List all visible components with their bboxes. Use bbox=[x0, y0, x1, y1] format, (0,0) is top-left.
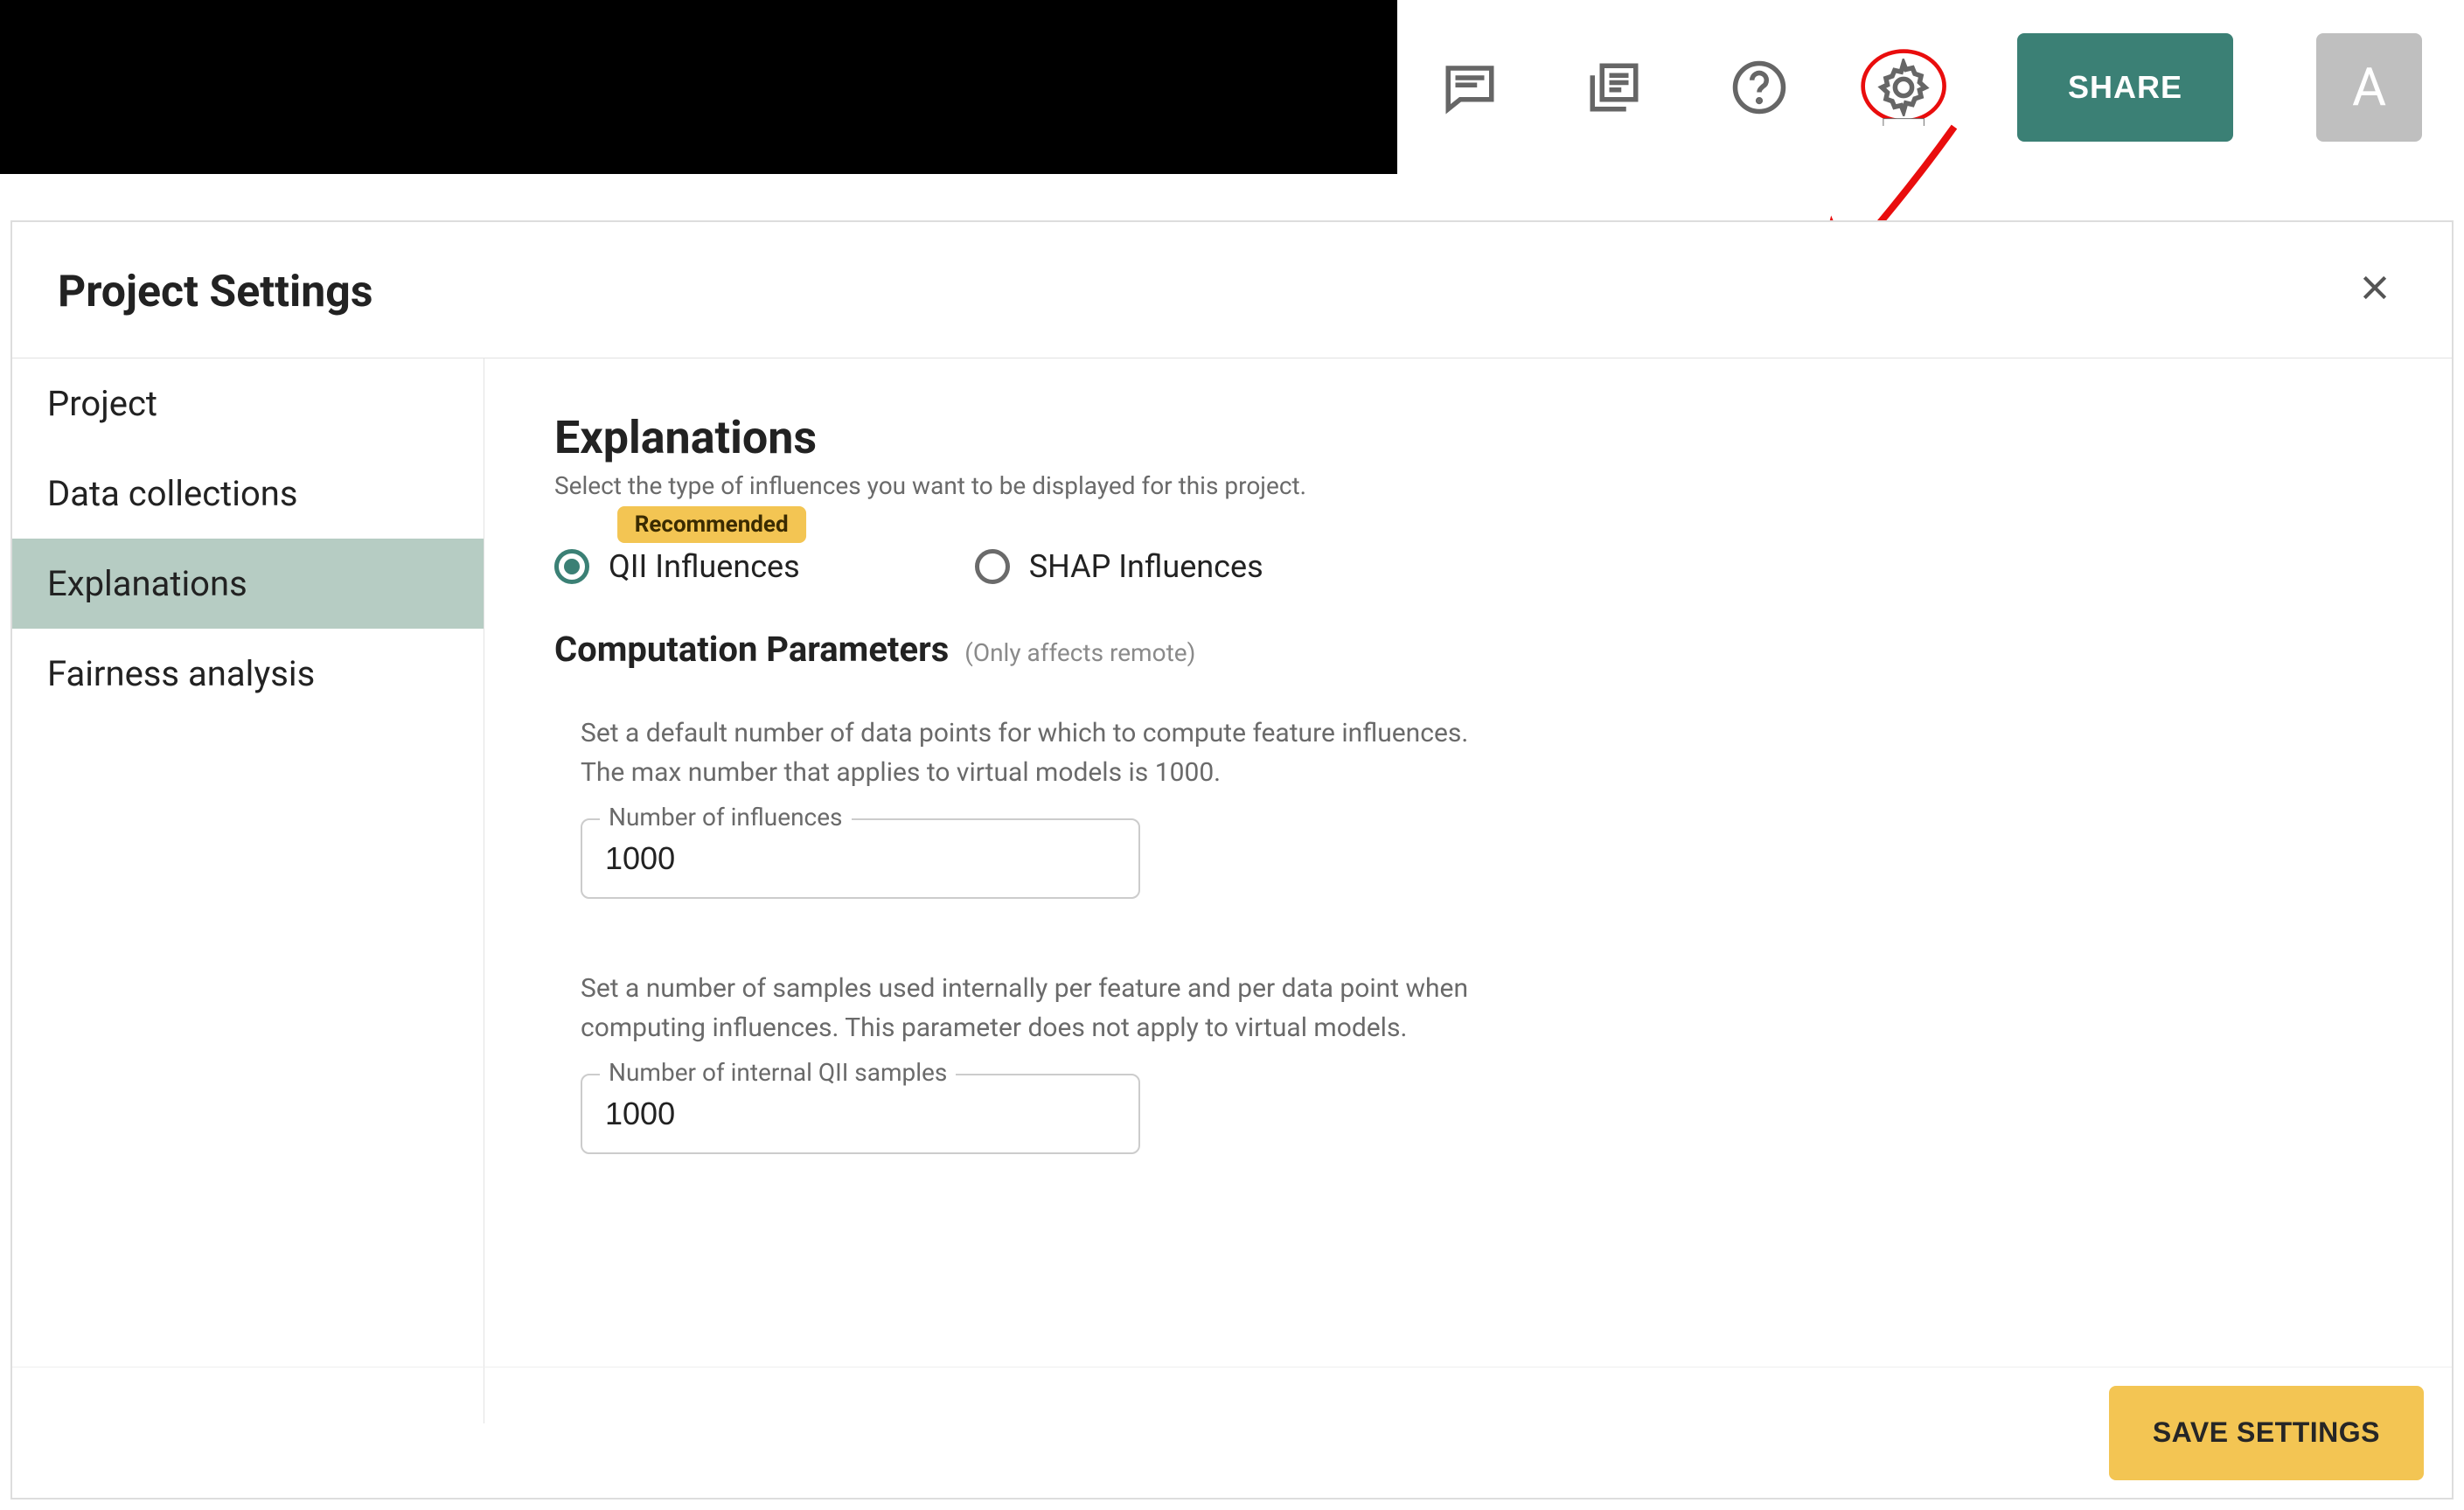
recommended-badge: Recommended bbox=[617, 506, 806, 543]
help-icon[interactable] bbox=[1729, 56, 1790, 119]
number-of-samples-field: Number of internal QII samples bbox=[581, 1074, 1140, 1154]
radio-shap-influences[interactable]: SHAP Influences bbox=[975, 548, 1263, 585]
radio-qii-influences[interactable]: Recommended QII Influences bbox=[554, 548, 800, 585]
param-description: Set a default number of data points for … bbox=[581, 713, 1499, 792]
project-settings-dialog: Project Settings Project Data collection… bbox=[10, 220, 2454, 1500]
radio-unchecked-icon bbox=[975, 549, 1010, 584]
computation-hint: (Only affects remote) bbox=[964, 638, 1195, 667]
save-settings-button[interactable]: SAVE SETTINGS bbox=[2109, 1386, 2424, 1480]
number-of-influences-block: Set a default number of data points for … bbox=[581, 713, 2382, 899]
section-title: Explanations bbox=[554, 411, 2382, 464]
comment-icon[interactable] bbox=[1439, 56, 1500, 119]
close-icon bbox=[2357, 270, 2392, 305]
dialog-body: Project Data collections Explanations Fa… bbox=[12, 358, 2452, 1423]
gear-icon[interactable] bbox=[1873, 56, 1934, 119]
close-button[interactable] bbox=[2343, 259, 2406, 324]
sidebar-item-data-collections[interactable]: Data collections bbox=[12, 449, 484, 539]
explanations-panel: Explanations Select the type of influenc… bbox=[484, 358, 2452, 1423]
number-of-influences-field: Number of influences bbox=[581, 818, 1140, 899]
number-of-samples-block: Set a number of samples used internally … bbox=[581, 969, 2382, 1154]
computation-heading: Computation Parameters bbox=[554, 629, 949, 670]
radio-label: QII Influences bbox=[609, 548, 800, 585]
section-subtitle: Select the type of influences you want t… bbox=[554, 471, 2382, 500]
library-icon[interactable] bbox=[1584, 56, 1645, 119]
influence-type-radio-group: Recommended QII Influences SHAP Influenc… bbox=[554, 548, 2382, 585]
settings-sidebar: Project Data collections Explanations Fa… bbox=[12, 358, 484, 1423]
sidebar-item-fairness-analysis[interactable]: Fairness analysis bbox=[12, 629, 484, 719]
sidebar-item-explanations[interactable]: Explanations bbox=[12, 539, 484, 629]
sidebar-item-project[interactable]: Project bbox=[12, 358, 484, 449]
toolbar: SHARE A bbox=[1397, 0, 2464, 174]
param-description: Set a number of samples used internally … bbox=[581, 969, 1499, 1047]
top-bar: SHARE A bbox=[0, 0, 2464, 174]
share-button[interactable]: SHARE bbox=[2017, 33, 2233, 142]
field-label: Number of internal QII samples bbox=[600, 1058, 956, 1087]
avatar[interactable]: A bbox=[2316, 33, 2422, 142]
dialog-footer: SAVE SETTINGS bbox=[12, 1367, 2452, 1498]
radio-checked-icon bbox=[554, 549, 589, 584]
dialog-title: Project Settings bbox=[58, 267, 373, 317]
dialog-header: Project Settings bbox=[12, 222, 2452, 358]
field-label: Number of influences bbox=[600, 803, 852, 832]
radio-label: SHAP Influences bbox=[1029, 548, 1263, 585]
